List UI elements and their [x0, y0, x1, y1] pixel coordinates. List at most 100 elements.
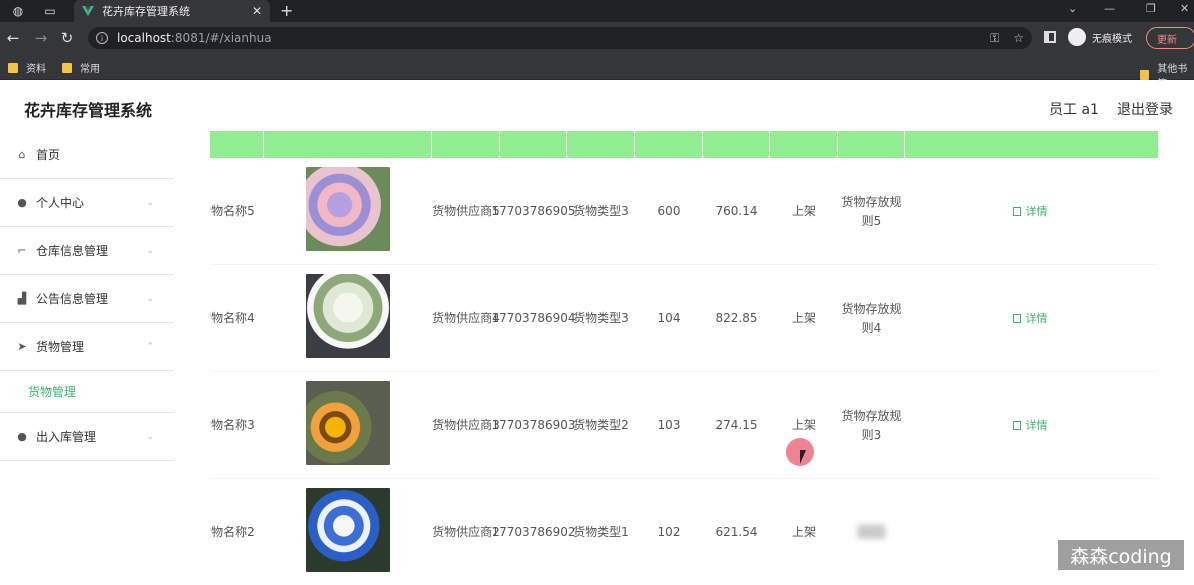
status: 上架 [791, 311, 816, 325]
sidebar-item-warehouse[interactable]: ⌐ 仓库信息管理 ⌄ [0, 227, 174, 275]
globe-icon[interactable]: ◍ [10, 3, 26, 19]
user-icon: ● [17, 196, 27, 209]
phone: 17703786905 [491, 204, 576, 218]
flower-image[interactable] [306, 381, 390, 465]
detail-button[interactable]: 详情 [990, 265, 1070, 372]
side-panel-icon[interactable] [1044, 31, 1056, 43]
blurred-text: ▒▒▒ [857, 525, 886, 539]
bookmarks-bar: 资料 常用 其他书签 [0, 54, 1194, 90]
price: 621.54 [715, 525, 758, 539]
header-cell [635, 131, 703, 158]
folder-icon [62, 62, 72, 73]
detail-button[interactable]: 详情 [990, 158, 1070, 265]
header-cell [838, 131, 905, 158]
watermark: 森森coding [1058, 540, 1184, 570]
close-tab-icon[interactable]: ✕ [252, 4, 262, 18]
tab-search-icon[interactable]: ▭ [42, 3, 58, 19]
vue-logo-icon [82, 6, 94, 16]
detail-label: 详情 [1025, 205, 1048, 218]
header-cell [567, 131, 635, 158]
flower-image[interactable] [306, 167, 390, 251]
browser-tab[interactable]: 花卉库存管理系统 ✕ [74, 0, 270, 22]
sidebar-item-notice[interactable]: ▟ 公告信息管理 ⌄ [0, 275, 174, 323]
sidebar-item-home[interactable]: ⌂ 首页 [0, 131, 174, 179]
price: 760.14 [715, 204, 758, 218]
flower-image[interactable] [306, 274, 390, 358]
sidebar-item-inout[interactable]: ● 出入库管理 ⌄ [0, 413, 174, 461]
window-close-icon[interactable]: ✕ [1180, 2, 1189, 15]
header-cell [500, 131, 567, 158]
url-path: :8081/#/xianhua [170, 31, 272, 45]
folder-icon [1140, 70, 1150, 80]
document-icon [1012, 207, 1021, 216]
chart-icon: ▟ [17, 292, 27, 305]
folder-icon [8, 62, 18, 73]
supplier: 货物供应商3 [432, 418, 500, 432]
table-row: 货物名称3 货物供应商3 17703786903 货物类型2 103 274.1… [210, 372, 1158, 479]
price: 822.85 [715, 311, 758, 325]
new-tab-icon[interactable]: + [280, 1, 293, 20]
table-row: 货物名称4 货物供应商4 17703786904 货物类型3 104 822.8… [210, 265, 1158, 372]
bookmark-label: 常用 [80, 64, 100, 75]
quantity: 104 [657, 311, 681, 325]
home-icon: ⌂ [18, 148, 26, 161]
update-button[interactable]: 更新 [1146, 27, 1194, 49]
goods-type: 货物类型2 [573, 418, 629, 432]
table-row: 货物名称2 货物供应商2 17703786902 货物类型1 102 621.5… [210, 479, 1158, 585]
logout-link[interactable]: 退出登录 [1117, 99, 1173, 119]
storage-rule: 货物存放规则5 [841, 194, 902, 228]
header-cell [770, 131, 838, 158]
bookmark-folder[interactable]: 常用 [62, 60, 100, 75]
chevron-down-icon: ⌄ [146, 431, 154, 442]
send-icon: ➤ [17, 340, 27, 353]
storage-rule: 货物存放规则3 [841, 408, 902, 442]
incognito-indicator[interactable]: 无痕模式 [1068, 28, 1132, 46]
app-header: 花卉库存管理系统 员工 a1 退出登录 [0, 81, 1194, 131]
sidebar-item-profile[interactable]: ● 个人中心 ⌄ [0, 179, 174, 227]
flower-image[interactable] [306, 488, 390, 572]
submenu-label: 货物管理 [28, 385, 77, 399]
forward-icon[interactable]: → [32, 29, 50, 47]
document-icon [1012, 421, 1021, 430]
url-input[interactable]: i localhost :8081/#/xianhua ⚿ ☆ [88, 27, 1032, 49]
bookmark-folder[interactable]: 资料 [8, 60, 46, 75]
detail-label: 详情 [1025, 419, 1048, 432]
back-icon[interactable]: ← [4, 29, 22, 47]
tab-list-icon[interactable]: ⌄ [1068, 2, 1077, 15]
goods-name: 货物名称5 [210, 204, 255, 218]
key-icon[interactable]: ⚿ [990, 31, 999, 46]
sidebar-item-label: 个人中心 [36, 196, 85, 210]
status: 上架 [791, 525, 816, 539]
chevron-down-icon: ⌄ [146, 197, 154, 208]
app-title: 花卉库存管理系统 [24, 101, 153, 120]
quantity: 102 [657, 525, 681, 539]
document-icon [1012, 314, 1021, 323]
submenu-goods-management[interactable]: 货物管理 [0, 371, 174, 413]
quantity: 600 [657, 204, 681, 218]
current-user: 员工 a1 [1049, 102, 1099, 118]
goods-type: 货物类型3 [573, 311, 629, 325]
sidebar-item-label: 货物管理 [36, 340, 85, 354]
table-header [210, 131, 1158, 158]
browser-tab-bar: ◍ ▭ 花卉库存管理系统 ✕ + ⌄ — ❐ ✕ [0, 0, 1194, 22]
restore-icon[interactable]: ❐ [1146, 2, 1156, 15]
minimize-icon[interactable]: — [1104, 2, 1115, 15]
bookmark-star-icon[interactable]: ☆ [1013, 31, 1024, 46]
sidebar-item-goods[interactable]: ➤ 货物管理 ⌃ [0, 323, 174, 371]
address-bar: ← → ↻ i localhost :8081/#/xianhua ⚿ ☆ 无痕… [0, 22, 1194, 54]
mouse-cursor-icon [800, 450, 806, 464]
incognito-label: 无痕模式 [1092, 33, 1132, 45]
storage-rule: ▒▒▒ [838, 479, 905, 585]
site-info-icon[interactable]: i [96, 32, 108, 44]
phone: 17703786904 [491, 311, 576, 325]
detail-label: 详情 [1025, 312, 1048, 325]
goods-type: 货物类型1 [573, 525, 629, 539]
goods-table: 货物名称5 货物供应商5 17703786905 货物类型3 600 760.1… [210, 131, 1158, 585]
table-row: 货物名称5 货物供应商5 17703786905 货物类型3 600 760.1… [210, 158, 1158, 265]
header-cell [432, 131, 500, 158]
detail-button[interactable]: 详情 [990, 372, 1070, 479]
header-cell [210, 131, 264, 158]
reload-icon[interactable]: ↻ [58, 29, 76, 47]
incognito-icon [1068, 28, 1086, 46]
bookmark-label: 资料 [26, 64, 46, 75]
